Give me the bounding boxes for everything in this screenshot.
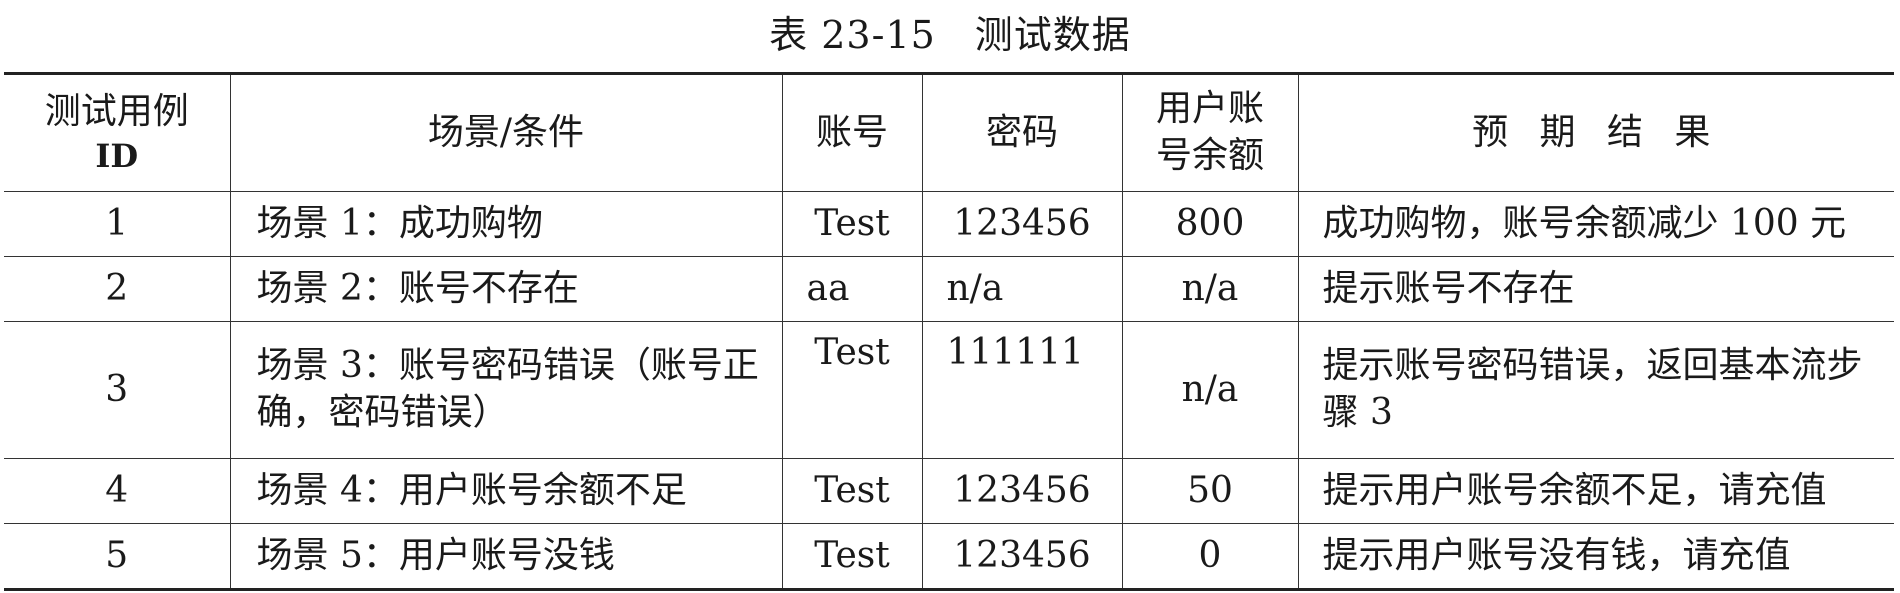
table-body: 1 场景 1：成功购物 Test 123456 800 成功购物，账号余额减少 … [4,191,1894,591]
header-scenario: 场景/条件 [229,72,783,192]
header-test-case-id-line1: 测试用例 [44,90,189,132]
cell-scenario: 场景 4：用户账号余额不足 [229,458,783,524]
cell-account: Test [781,321,923,459]
table-row: 5 场景 5：用户账号没钱 Test 123456 0 提示用户账号没有钱，请充… [4,523,1894,591]
header-password: 密码 [921,72,1123,192]
cell-scenario: 场景 2：账号不存在 [229,256,783,322]
cell-account: aa [781,256,923,322]
header-account: 账号 [781,72,923,192]
table-row: 3 场景 3：账号密码错误（账号正确，密码错误） Test 111111 n/a… [4,321,1894,459]
header-expected-result: 预 期 结 果 [1297,72,1894,192]
cell-password: 123456 [921,523,1123,591]
cell-scenario: 场景 1：成功购物 [229,191,783,257]
table-row: 4 场景 4：用户账号余额不足 Test 123456 50 提示用户账号余额不… [4,458,1894,524]
cell-password: 123456 [921,458,1123,524]
cell-password: n/a [921,256,1123,322]
cell-expected: 提示账号不存在 [1297,256,1894,322]
cell-account: Test [781,523,923,591]
header-test-case-id-line2: ID [95,136,139,175]
cell-balance: 50 [1121,458,1299,524]
cell-scenario: 场景 3：账号密码错误（账号正确，密码错误） [229,321,783,459]
cell-id: 5 [4,523,231,591]
cell-id: 4 [4,458,231,524]
cell-password: 111111 [921,321,1123,459]
cell-expected: 提示用户账号余额不足，请充值 [1297,458,1894,524]
cell-id: 1 [4,191,231,257]
cell-balance: 0 [1121,523,1299,591]
test-data-table-container: 测试用例 ID 场景/条件 账号 密码 用户账 号余额 预 期 结 果 1 场景… [4,72,1894,591]
table-header: 测试用例 ID 场景/条件 账号 密码 用户账 号余额 预 期 结 果 [4,72,1894,192]
table-row: 2 场景 2：账号不存在 aa n/a n/a 提示账号不存在 [4,256,1894,322]
cell-balance: 800 [1121,191,1299,257]
table-row: 1 场景 1：成功购物 Test 123456 800 成功购物，账号余额减少 … [4,191,1894,257]
cell-scenario: 场景 5：用户账号没钱 [229,523,783,591]
cell-password: 123456 [921,191,1123,257]
table-caption: 表 23-15 测试数据 [769,12,1131,57]
header-balance: 用户账 号余额 [1121,72,1299,192]
test-data-table: 测试用例 ID 场景/条件 账号 密码 用户账 号余额 预 期 结 果 1 场景… [4,72,1894,591]
header-balance-line1: 用户账 [1155,88,1264,130]
cell-id: 2 [4,256,231,322]
cell-expected: 成功购物，账号余额减少 100 元 [1297,191,1894,257]
header-test-case-id: 测试用例 ID [4,72,231,192]
cell-balance: n/a [1121,321,1299,459]
cell-expected: 提示账号密码错误，返回基本流步骤 3 [1297,321,1894,459]
cell-balance: n/a [1121,256,1299,322]
cell-expected: 提示用户账号没有钱，请充值 [1297,523,1894,591]
cell-account: Test [781,458,923,524]
cell-id: 3 [4,321,231,459]
cell-account: Test [781,191,923,257]
header-row: 测试用例 ID 场景/条件 账号 密码 用户账 号余额 预 期 结 果 [4,72,1894,192]
header-balance-line2: 号余额 [1155,135,1264,176]
